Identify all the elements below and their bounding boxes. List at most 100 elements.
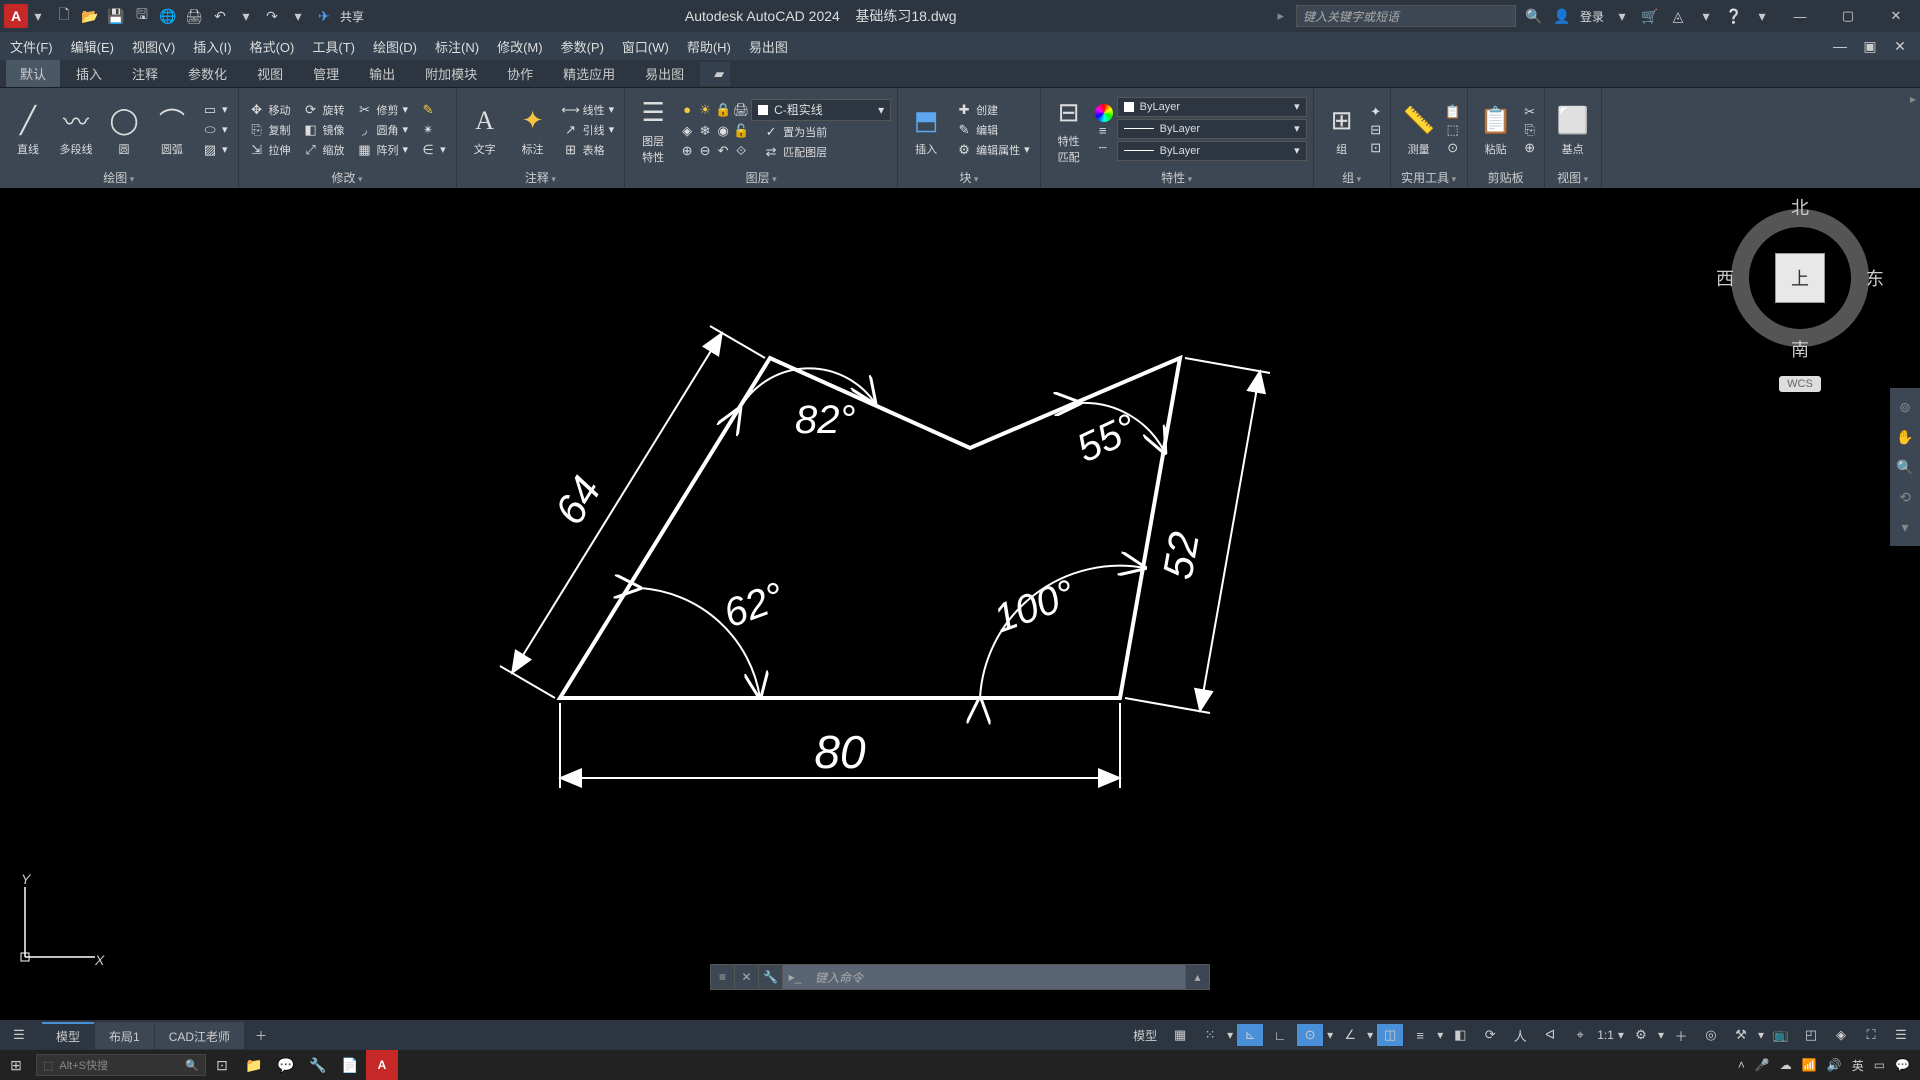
viewcube-south[interactable]: 南 [1791,336,1809,362]
insert-block-button[interactable]: ⬒插入 [904,101,948,159]
menu-yichutu[interactable]: 易出图 [749,37,788,56]
tray-volume-icon[interactable]: 🔊 [1827,1058,1842,1072]
cut-icon[interactable]: ✂ [1522,104,1538,120]
close-button[interactable]: ✕ [1876,0,1916,32]
gear-icon[interactable]: ⚙ [1628,1024,1654,1046]
menu-format[interactable]: 格式(O) [250,37,295,56]
nav-showmo-icon[interactable]: ▾ [1894,516,1916,538]
modeltab-layout1[interactable]: 布局1 [95,1022,154,1049]
tab-focus[interactable]: ▰ [700,62,730,86]
search-arrow-icon[interactable]: ▸ [1277,8,1284,24]
taskview-icon[interactable]: ⊡ [206,1050,238,1080]
circle-button[interactable]: ◯圆 [102,101,146,159]
panel-layer-title[interactable]: 图层 [631,167,891,186]
trim-button[interactable]: ✂修剪▾ [353,101,413,119]
layer-plot-icon[interactable]: 🖨 [733,102,749,118]
minimize-button[interactable]: — [1780,0,1820,32]
maximize-button[interactable]: ▢ [1828,0,1868,32]
layer-dropdown[interactable]: C-粗实线▾ [751,99,891,121]
undo-icon[interactable]: ↶ [210,6,230,26]
set-current-button[interactable]: ✓置为当前 [759,123,831,141]
edit-attr-button[interactable]: ⚙编辑属性▾ [952,141,1034,159]
layer-merge-icon[interactable]: ⊕ [679,143,695,159]
match-prop-button[interactable]: ⊟特性 匹配 [1047,93,1091,167]
doc-restore-button[interactable]: ▣ [1860,36,1880,56]
layer-bulb-icon[interactable]: ● [679,102,695,118]
panel-props-title[interactable]: 特性 [1047,167,1307,186]
group-new-icon[interactable]: ✦ [1368,104,1384,120]
modeltab-teacher[interactable]: CAD江老师 [155,1022,244,1049]
panel-util-title[interactable]: 实用工具 [1397,167,1461,186]
cycling-icon[interactable]: ⟳ [1477,1024,1503,1046]
stretch-button[interactable]: ⇲拉伸 [245,141,295,159]
panel-annotate-title[interactable]: 注释 [463,167,619,186]
lineweight-dropdown[interactable]: ByLayer▾ [1117,119,1307,139]
fillet-button[interactable]: ◞圆角▾ [353,121,413,139]
edit-block-button[interactable]: ✎编辑 [952,121,1034,139]
ortho-icon[interactable]: ⊾ [1237,1024,1263,1046]
tray-notif-icon[interactable]: 💬 [1895,1058,1910,1072]
text-button[interactable]: A文字 [463,101,507,159]
dim-button[interactable]: ✦标注 [511,101,555,159]
lineweight-icon[interactable]: ≡ [1095,123,1111,139]
tab-default[interactable]: 默认 [6,60,60,87]
explorer-icon[interactable]: 📁 [238,1050,270,1080]
tray-cloud-icon[interactable]: ☁ [1780,1058,1792,1072]
transparency-icon[interactable]: ◧ [1447,1024,1473,1046]
util-point-icon[interactable]: ⊙ [1445,140,1461,156]
viewcube-west[interactable]: 西 [1716,265,1734,291]
leader-button[interactable]: ↗引线▾ [559,121,619,139]
rotate-button[interactable]: ⟳旋转 [299,101,349,119]
tab-addins[interactable]: 附加模块 [411,60,491,87]
tab-featured[interactable]: 精选应用 [549,60,629,87]
hw-icon[interactable]: ◈ [1828,1024,1854,1046]
selection-icon[interactable]: ⌖ [1567,1024,1593,1046]
tab-yichutu[interactable]: 易出图 [631,60,698,87]
osnap-icon[interactable]: ⊙ [1297,1024,1323,1046]
linear-button[interactable]: ⟷线性▾ [559,101,619,119]
tab-param[interactable]: 参数化 [174,60,241,87]
nav-zoom-icon[interactable]: 🔍 [1894,456,1916,478]
scale-button[interactable]: ⤢缩放 [299,141,349,159]
tab-collab[interactable]: 协作 [493,60,547,87]
menu-dim[interactable]: 标注(N) [435,37,479,56]
share-icon[interactable]: ✈ [314,6,334,26]
group-ungroup-icon[interactable]: ⊟ [1368,122,1384,138]
menu-edit[interactable]: 编辑(E) [71,37,114,56]
drawing-canvas[interactable]: 80 64 52 82° 62° 100° 55° 上 北 南 西 [0,188,1920,1030]
viewcube-east[interactable]: 东 [1866,265,1884,291]
redo-icon[interactable]: ↷ [262,6,282,26]
offset-button[interactable]: ∈▾ [416,141,450,159]
wechat-icon[interactable]: 💬 [270,1050,302,1080]
redo-arrow[interactable]: ▾ [288,6,308,26]
panel-clip-title[interactable]: 剪贴板 [1474,167,1538,186]
app-switcher-icon[interactable]: ◬ [1668,6,1688,26]
util-calc-icon[interactable]: 📋 [1445,104,1461,120]
util-select-icon[interactable]: ⬚ [1445,122,1461,138]
modeltab-model[interactable]: 模型 [42,1022,94,1049]
viewcube-wcs[interactable]: WCS [1779,376,1821,392]
move-button[interactable]: ✥移动 [245,101,295,119]
settings-icon[interactable]: 🔧 [302,1050,334,1080]
menu-window[interactable]: 窗口(W) [622,37,669,56]
panel-base-title[interactable]: 视图 [1551,167,1595,186]
arc-button[interactable]: ⌒圆弧 [150,101,194,159]
scale-label[interactable]: 1:1 [1597,1028,1614,1042]
tab-annotate[interactable]: 注释 [118,60,172,87]
table-button[interactable]: ⊞表格 [559,141,619,159]
panel-draw-title[interactable]: 绘图 [6,167,232,186]
cmd-close-icon[interactable]: ✕ [735,965,759,989]
layer-lock-icon[interactable]: 🔒 [715,102,731,118]
save-icon[interactable]: 💾 [106,6,126,26]
nav-orbit-icon[interactable]: ⟲ [1894,486,1916,508]
layer-off-icon[interactable]: ◉ [715,123,731,139]
layer-walk-icon[interactable]: ⟐ [733,143,749,159]
tray-ime1[interactable]: 英 [1852,1057,1864,1074]
layer-iso-icon[interactable]: ◈ [679,123,695,139]
tray-ime2[interactable]: ▭ [1874,1058,1885,1072]
dyn-icon[interactable]: ◫ [1377,1024,1403,1046]
annoscale-icon[interactable]: ◎ [1698,1024,1724,1046]
tray-mic-icon[interactable]: 🎤 [1755,1058,1770,1072]
windows-search-input[interactable]: ⬚Alt+S快搜🔍 [36,1054,206,1076]
doc-minimize-button[interactable]: — [1830,36,1850,56]
